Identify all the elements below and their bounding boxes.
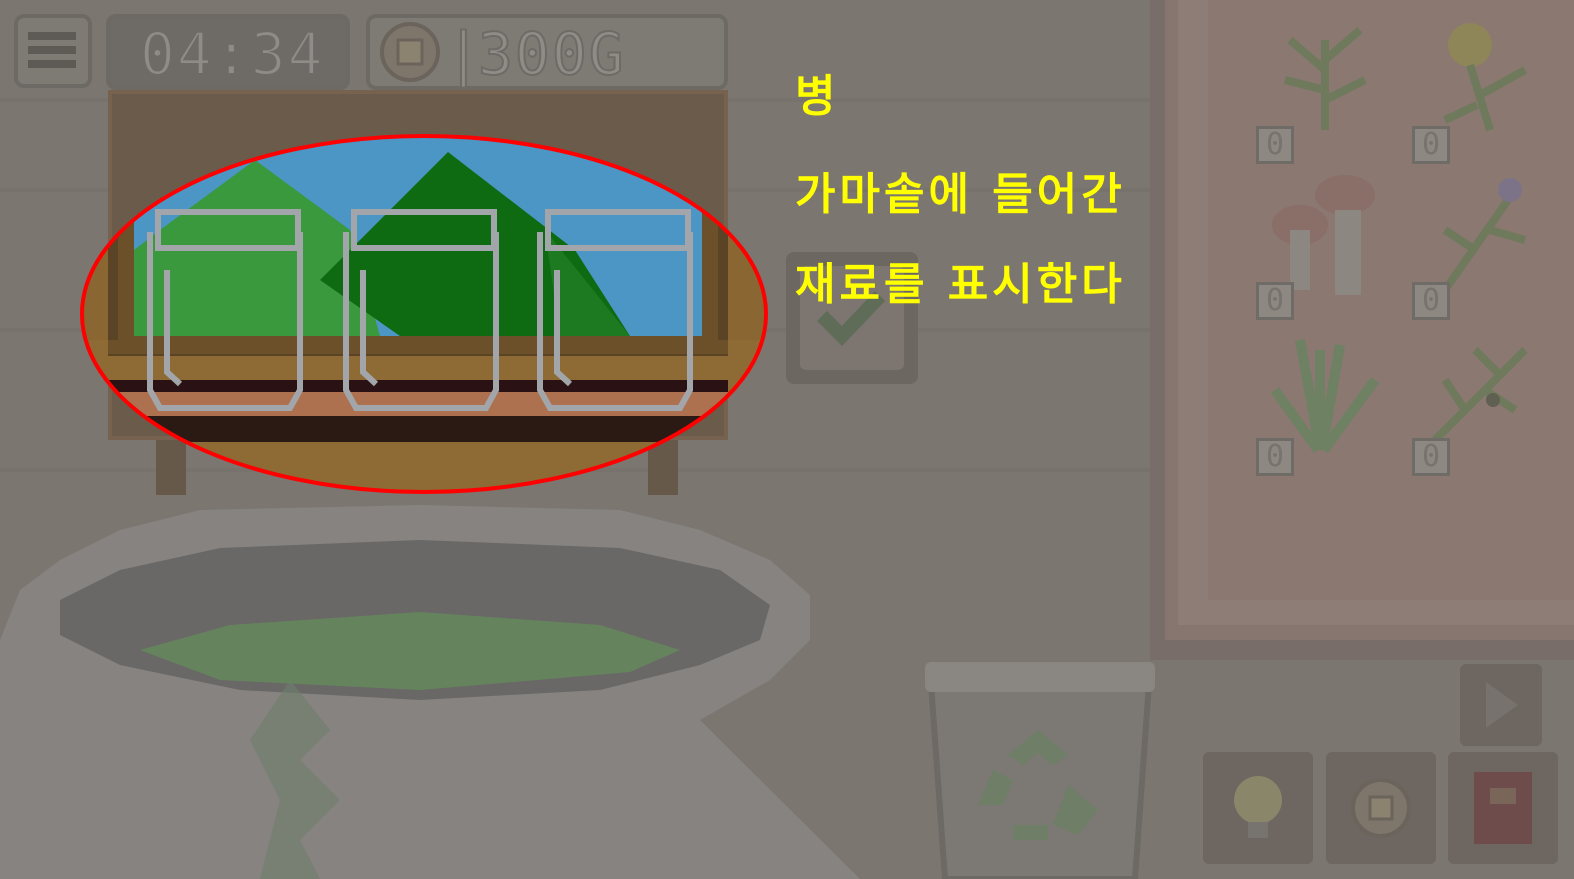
coin-shop-icon — [1351, 778, 1411, 838]
shop-button[interactable] — [1338, 764, 1424, 852]
play-arrow-icon — [1486, 682, 1518, 728]
flower-yellow-icon[interactable] — [1415, 10, 1545, 140]
herb-green-icon[interactable] — [1260, 10, 1390, 140]
mushroom-icon[interactable] — [1260, 170, 1390, 300]
annotation-line-2: 가마솥에 들어간 — [795, 169, 1126, 220]
ingredient-count: 0 — [1412, 438, 1450, 476]
recipe-book-button[interactable] — [1460, 764, 1546, 852]
annotation-line-3: 재료를 표시한다 — [795, 259, 1126, 310]
ingredient-inventory: 0 0 0 0 0 0 — [1250, 10, 1570, 480]
ingredient-count: 0 — [1256, 126, 1294, 164]
recycle-bin-icon[interactable] — [968, 725, 1108, 845]
annotation-line-1: 병 — [795, 71, 840, 122]
lavender-icon[interactable] — [1415, 170, 1545, 300]
recipe-book-icon — [1474, 772, 1532, 844]
lightbulb-icon — [1234, 776, 1282, 838]
play-button[interactable] — [1466, 670, 1536, 740]
ingredient-count: 0 — [1256, 438, 1294, 476]
ingredient-count: 0 — [1412, 282, 1450, 320]
hint-button[interactable] — [1215, 764, 1301, 852]
ingredient-count: 0 — [1412, 126, 1450, 164]
game-screen: 04:34 | 300G 병 가마솥에 들어간 재료를 표시한다 0 0 0 0… — [0, 0, 1574, 879]
ingredient-count: 0 — [1256, 282, 1294, 320]
